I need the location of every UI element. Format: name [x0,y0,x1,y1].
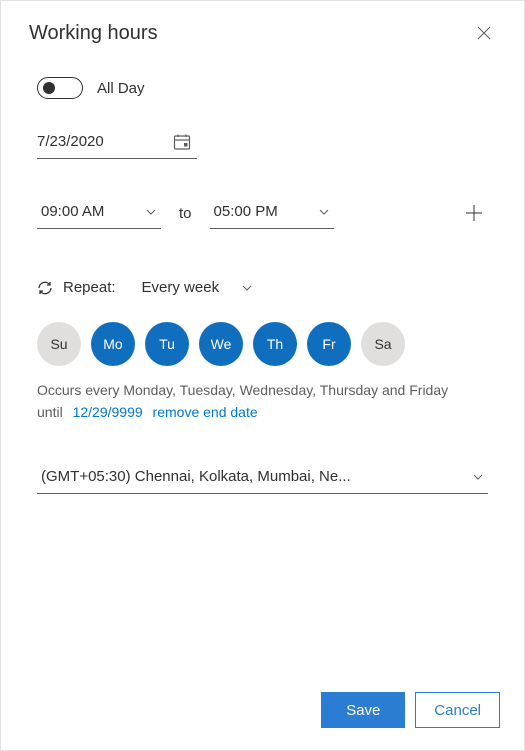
end-time-select[interactable]: 05:00 PM [210,197,334,229]
start-time-value: 09:00 AM [41,203,104,220]
time-row: 09:00 AM to 05:00 PM [37,197,488,229]
chevron-down-icon [318,206,330,218]
repeat-row: Repeat: Every week [37,275,488,300]
timezone-value: (GMT+05:30) Chennai, Kolkata, Mumbai, Ne… [41,468,351,485]
start-time-select[interactable]: 09:00 AM [37,197,161,229]
calendar-icon[interactable] [173,133,191,151]
until-prefix: until [37,404,63,420]
close-button[interactable] [468,17,500,49]
weekday-picker: Su Mo Tu We Th Fr Sa [37,322,488,366]
day-th[interactable]: Th [253,322,297,366]
repeat-value: Every week [142,279,220,296]
date-field[interactable] [37,127,197,159]
repeat-select[interactable]: Every week [134,275,262,300]
recurrence-until: until 12/29/9999 remove end date [37,404,488,420]
toggle-knob [43,82,55,94]
chevron-down-icon [241,282,253,294]
save-button[interactable]: Save [321,692,405,728]
chevron-down-icon [472,471,484,483]
time-separator: to [179,205,192,222]
day-mo[interactable]: Mo [91,322,135,366]
until-date-link[interactable]: 12/29/9999 [73,404,143,420]
all-day-row: All Day [37,77,488,99]
day-sa[interactable]: Sa [361,322,405,366]
day-su[interactable]: Su [37,322,81,366]
cancel-button[interactable]: Cancel [415,692,500,728]
dialog-footer: Save Cancel [1,676,524,750]
dialog-body[interactable]: All Day 09:00 AM to 05:00 PM [1,57,524,674]
plus-icon [465,204,483,222]
date-input[interactable] [37,133,236,150]
repeat-label: Repeat: [63,279,116,296]
timezone-select[interactable]: (GMT+05:30) Chennai, Kolkata, Mumbai, Ne… [37,462,488,494]
day-tu[interactable]: Tu [145,322,189,366]
repeat-icon [37,280,53,296]
working-hours-dialog: Working hours All Day 09:00 AM [0,0,525,751]
all-day-label: All Day [97,80,145,97]
remove-end-date-link[interactable]: remove end date [153,404,258,420]
all-day-toggle[interactable] [37,77,83,99]
end-time-value: 05:00 PM [214,203,278,220]
dialog-title: Working hours [29,22,158,45]
close-icon [477,26,491,40]
chevron-down-icon [145,206,157,218]
day-we[interactable]: We [199,322,243,366]
dialog-header: Working hours [1,1,524,57]
add-time-button[interactable] [460,199,488,227]
day-fr[interactable]: Fr [307,322,351,366]
recurrence-summary: Occurs every Monday, Tuesday, Wednesday,… [37,380,488,400]
